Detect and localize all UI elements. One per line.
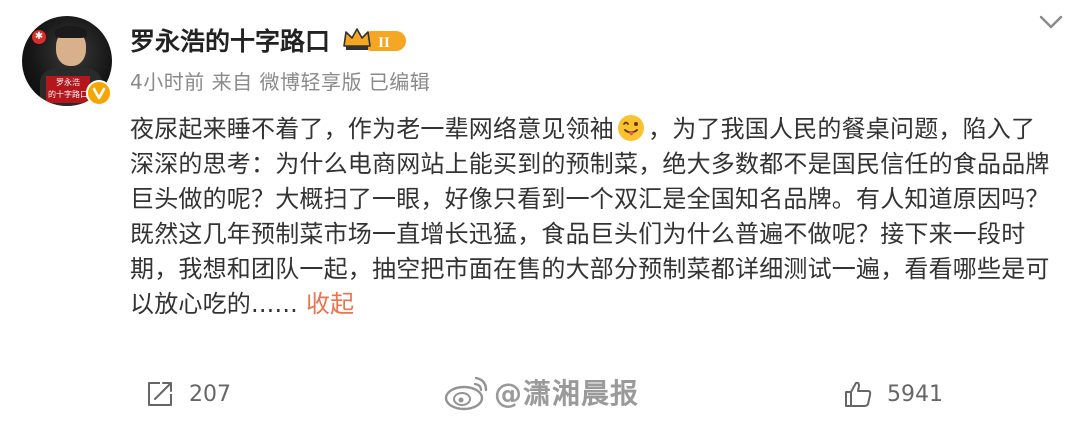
post-meta: 4小时前 来自 微博轻享版 已编辑 (130, 70, 431, 94)
avatar-tag: 罗永浩 的十字路口 (46, 76, 90, 103)
weibo-logo-icon (444, 376, 488, 411)
watermark: @潇湘晨报 (444, 372, 639, 412)
thumbs-up-icon (845, 381, 872, 407)
tongue-out-emoji-icon (617, 114, 645, 142)
post-text-part2: ，为了我国人民的餐桌问题，陷入了深深的思考：为什么电商网站上能买到的预制菜，绝大… (130, 115, 1050, 318)
avatar-tag-line1: 罗永浩 (56, 78, 80, 87)
like-button[interactable]: 5941 (843, 377, 943, 411)
like-count: 5941 (887, 381, 943, 407)
avatar-tag-line2: 的十字路口 (48, 90, 88, 99)
crown-level-badge-icon[interactable]: II (342, 26, 408, 54)
repost-count: 207 (189, 381, 231, 407)
avatar-logo-icon: ✱ (32, 30, 46, 44)
chevron-down-icon[interactable] (1038, 12, 1064, 32)
badge-level: II (378, 35, 390, 51)
post-text: 夜尿起来睡不着了，作为老一辈网络意见领袖 ，为了我国人民的餐桌问题，陷入了深深的… (130, 112, 1050, 322)
repost-button[interactable]: 207 (145, 377, 231, 411)
post-text-part1: 夜尿起来睡不着了，作为老一辈网络意见领袖 (130, 115, 614, 143)
repost-icon (148, 382, 172, 406)
watermark-text: @潇湘晨报 (494, 377, 640, 410)
author-name[interactable]: 罗永浩的十字路口 (130, 22, 330, 58)
collapse-link[interactable]: 收起 (306, 290, 354, 318)
avatar-hair (55, 26, 87, 38)
verified-v-icon (86, 80, 112, 106)
